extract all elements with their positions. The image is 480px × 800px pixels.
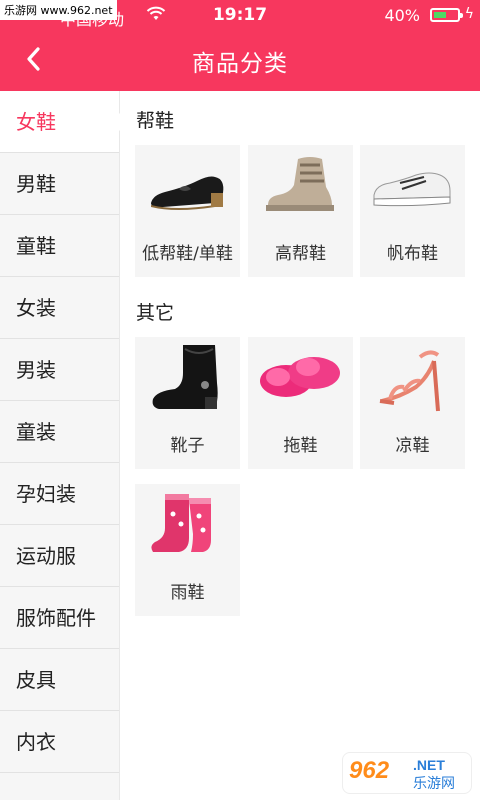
charging-icon: ϟ bbox=[464, 6, 474, 22]
category-card-high-top[interactable]: 高帮鞋 bbox=[248, 145, 353, 277]
card-label: 靴子 bbox=[170, 436, 205, 456]
card-label: 凉鞋 bbox=[395, 436, 430, 456]
category-card-flat-shoes[interactable]: 低帮鞋/单鞋 bbox=[135, 145, 240, 277]
sidebar-item-accessories[interactable]: 服饰配件 bbox=[0, 587, 119, 649]
sidebar-item-leather-goods[interactable]: 皮具 bbox=[0, 649, 119, 711]
watermark-net: .NET bbox=[413, 757, 445, 773]
watermark-top: 乐游网 www.962.net bbox=[0, 0, 117, 20]
app-header: 中国移动 19:17 40% ϟ 乐游网 www.962.net 商品分类 bbox=[0, 0, 480, 91]
category-card-canvas[interactable]: 帆布鞋 bbox=[360, 145, 465, 277]
sidebar-item-kids-shoes[interactable]: 童鞋 bbox=[0, 215, 119, 277]
card-label: 帆布鞋 bbox=[387, 244, 438, 264]
watermark-logo: 962 .NET 乐游网 bbox=[342, 752, 472, 794]
sidebar-item-women-clothing[interactable]: 女装 bbox=[0, 277, 119, 339]
category-card-sandals[interactable]: 凉鞋 bbox=[360, 337, 465, 469]
slipper-icon bbox=[248, 337, 353, 419]
sidebar-item-men-clothing[interactable]: 男装 bbox=[0, 339, 119, 401]
sidebar-item-maternity[interactable]: 孕妇装 bbox=[0, 463, 119, 525]
battery-percent: 40% bbox=[384, 6, 420, 25]
section-title: 其它 bbox=[136, 302, 175, 324]
sidebar-item-sportswear[interactable]: 运动服 bbox=[0, 525, 119, 587]
high-top-sneaker-icon bbox=[248, 145, 353, 227]
sidebar-item-women-shoes[interactable]: 女鞋 bbox=[0, 91, 119, 153]
rain-boot-icon bbox=[135, 484, 240, 566]
sidebar-item-kids-clothing[interactable]: 童装 bbox=[0, 401, 119, 463]
category-card-boots[interactable]: 靴子 bbox=[135, 337, 240, 469]
category-card-slippers[interactable]: 拖鞋 bbox=[248, 337, 353, 469]
flat-shoe-icon bbox=[135, 145, 240, 227]
battery-icon bbox=[430, 8, 463, 22]
category-sidebar: 女鞋 男鞋 童鞋 女装 男装 童装 孕妇装 运动服 服饰配件 皮具 内衣 bbox=[0, 91, 120, 800]
page-title: 商品分类 bbox=[192, 51, 288, 77]
sidebar-item-underwear[interactable]: 内衣 bbox=[0, 711, 119, 773]
nav-bar: 商品分类 bbox=[0, 30, 480, 91]
category-content: 帮鞋 低帮鞋/单鞋 高帮鞋 帆布鞋 其它 靴子 拖鞋 凉鞋 雨鞋 bbox=[119, 91, 480, 800]
card-label: 高帮鞋 bbox=[275, 244, 326, 264]
watermark-num: 962 bbox=[349, 757, 390, 784]
boot-icon bbox=[135, 337, 240, 419]
active-pointer bbox=[119, 113, 128, 131]
card-label: 低帮鞋/单鞋 bbox=[142, 244, 233, 264]
canvas-shoe-icon bbox=[360, 145, 465, 227]
watermark-cn: 乐游网 bbox=[413, 775, 455, 791]
sidebar-item-men-shoes[interactable]: 男鞋 bbox=[0, 153, 119, 215]
card-label: 拖鞋 bbox=[283, 436, 318, 456]
category-card-rain-boots[interactable]: 雨鞋 bbox=[135, 484, 240, 616]
section-title: 帮鞋 bbox=[136, 110, 175, 132]
card-label: 雨鞋 bbox=[170, 583, 205, 603]
sandal-icon bbox=[360, 337, 465, 419]
